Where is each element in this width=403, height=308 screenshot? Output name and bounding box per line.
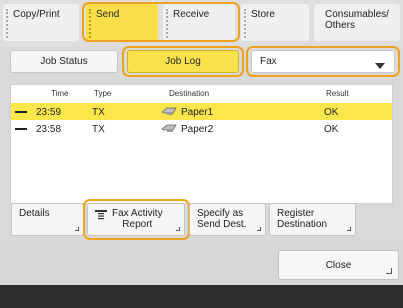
tab-send[interactable]: Send: [86, 4, 158, 41]
job-log-button[interactable]: Job Log: [127, 50, 239, 73]
corner-arrow-icon: [347, 227, 351, 231]
col-result: Result: [326, 89, 349, 98]
table-row[interactable]: 23:58 TX Paper2 OK: [11, 120, 392, 137]
file-server-icon: [161, 124, 177, 132]
corner-arrow-icon: [75, 227, 79, 231]
row-marker: [15, 128, 27, 130]
tab-store[interactable]: Store: [241, 4, 309, 41]
job-status-button[interactable]: Job Status: [10, 50, 118, 73]
job-status-label: Job Status: [40, 56, 88, 67]
row-type: TX: [92, 124, 105, 135]
job-log-table: Time Type Destination Result 23:59 TX Pa…: [10, 84, 393, 204]
tab-label: Store: [251, 9, 275, 20]
row-time: 23:59: [36, 107, 62, 118]
corner-arrow-icon: [386, 268, 392, 274]
report-list-icon: [95, 210, 107, 220]
tab-grip: [89, 9, 91, 38]
row-destination: Paper2: [181, 124, 214, 135]
tab-label: Copy/Print: [13, 9, 60, 20]
corner-arrow-icon: [176, 227, 180, 231]
tab-grip: [244, 9, 246, 38]
details-label: Details: [19, 208, 50, 219]
row-time: 23:58: [36, 124, 62, 135]
row-type: TX: [92, 107, 105, 118]
tab-grip: [6, 9, 8, 38]
row-destination: Paper1: [181, 107, 214, 118]
row-marker: [15, 111, 27, 113]
job-type-select[interactable]: Fax: [251, 50, 395, 73]
job-type-value: Fax: [260, 56, 277, 67]
tab-consumables-others[interactable]: Consumables/ Others: [314, 4, 400, 41]
register-destination-button[interactable]: Register Destination: [269, 203, 356, 236]
tab-receive[interactable]: Receive: [163, 4, 235, 41]
fax-activity-report-label: Fax Activity Report: [112, 208, 163, 230]
function-tabs: Copy/Print Send Receive Store Consumable…: [0, 0, 403, 47]
col-destination: Destination: [169, 89, 210, 98]
specify-send-dest-label: Specify as Send Dest.: [197, 208, 247, 230]
tab-label: Send: [96, 9, 120, 20]
tab-label: Consumables/ Others: [325, 9, 389, 31]
file-server-icon: [161, 107, 177, 115]
tab-label: Receive: [173, 9, 210, 20]
job-log-label: Job Log: [165, 56, 201, 67]
specify-send-dest-button[interactable]: Specify as Send Dest.: [189, 203, 266, 236]
table-header: Time Type Destination Result: [11, 85, 392, 102]
register-destination-label: Register Destination: [277, 208, 328, 230]
close-button[interactable]: Close: [278, 250, 399, 280]
col-type: Type: [94, 89, 112, 98]
close-label: Close: [325, 260, 352, 271]
row-result: OK: [324, 107, 339, 118]
tab-copy-print[interactable]: Copy/Print: [3, 4, 79, 41]
table-row[interactable]: 23:59 TX Paper1 OK: [11, 103, 392, 120]
tab-grip: [166, 9, 168, 38]
status-bar: [0, 285, 403, 308]
corner-arrow-icon: [257, 227, 261, 231]
details-button[interactable]: Details: [11, 203, 84, 236]
fax-activity-report-button[interactable]: Fax Activity Report: [87, 203, 185, 236]
chevron-down-icon: [375, 63, 385, 69]
row-result: OK: [324, 124, 339, 135]
col-time: Time: [51, 89, 69, 98]
